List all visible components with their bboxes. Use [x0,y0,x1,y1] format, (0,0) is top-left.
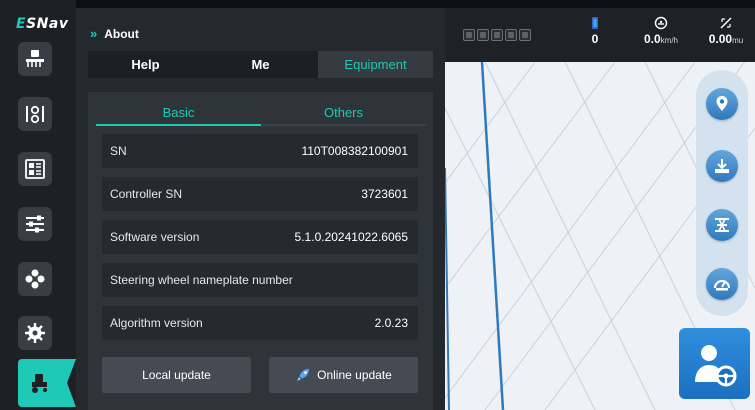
gauge-icon [713,279,731,291]
local-update-label: Local update [142,368,211,382]
subtab-basic[interactable]: Basic [96,100,261,126]
signal-cell-icon [505,29,517,41]
info-row-steering-nameplate: Steering wheel nameplate number [102,263,418,297]
rail-item-implement[interactable] [18,42,52,76]
left-rail: ESNav [0,0,76,410]
path-split-button[interactable] [706,209,738,241]
brand-logo: ESNav [16,16,69,32]
info-label: Algorithm version [110,316,203,330]
signal-cell-icon [519,29,531,41]
active-pointer-icon [67,359,76,407]
subtab-others[interactable]: Others [261,100,426,126]
info-label: SN [110,144,127,158]
info-row-algorithm-version: Algorithm version 2.0.23 [102,306,418,340]
local-update-button[interactable]: Local update [102,357,251,393]
info-label: Controller SN [110,187,183,201]
info-value: 3723601 [361,187,408,201]
sub-tabs: Basic Others [96,100,426,126]
info-row-controller-sn: Controller SN 3723601 [102,177,418,211]
rail-item-sensor[interactable] [18,97,52,131]
sensor-icon [26,105,44,124]
online-update-label: Online update [317,368,392,382]
implement-icon [26,50,44,67]
driver-steering-icon [694,344,736,386]
tab-equipment[interactable]: Equipment [318,51,433,78]
settings-gear-icon [25,323,45,343]
top-tabs: Help Me Equipment [88,51,433,78]
info-value: 110T008382100901 [301,144,408,158]
online-update-button[interactable]: Online update [269,357,418,393]
info-label: Software version [110,230,200,244]
info-row-sn: SN 110T008382100901 [102,134,418,168]
download-field-button[interactable] [706,150,738,182]
locate-button[interactable] [706,88,738,120]
equipment-card: Basic Others SN 110T008382100901 Control… [88,92,433,410]
location-pin-icon [716,96,728,111]
satellite-count: 0 [584,16,606,46]
rocket-icon [297,369,310,381]
panel-header: » About [90,26,139,41]
signal-cell-icon [491,29,503,41]
area-measure-icon [720,17,732,29]
about-panel: » About Help Me Equipment Basic Others S… [76,8,445,410]
rail-item-task-list[interactable] [18,152,52,186]
driver-mode-button[interactable] [679,328,750,399]
rail-item-sliders[interactable] [18,207,52,241]
rail-item-tractor-info[interactable] [18,359,76,407]
tab-help[interactable]: Help [88,51,203,78]
info-row-software-version: Software version 5.1.0.20241022.6065 [102,220,418,254]
area-readout: 0.00mu [702,16,750,46]
tab-me[interactable]: Me [203,51,318,78]
download-field-icon [715,159,729,173]
path-split-icon [715,218,729,232]
speedometer-icon [654,16,668,30]
panel-title: About [104,26,139,41]
signal-cell-icon [477,29,489,41]
info-value: 2.0.23 [374,316,408,330]
satellite-signal-icon [592,17,598,29]
rail-item-modules[interactable] [18,262,52,296]
tractor-info-icon [32,374,47,393]
info-label: Steering wheel nameplate number [110,273,293,287]
info-value: 5.1.0.20241022.6065 [294,230,408,244]
gnss-indicator [463,29,531,41]
double-chevron-icon[interactable]: » [90,26,97,41]
task-list-icon [25,159,45,179]
modules-icon [25,269,45,289]
gauge-button[interactable] [706,268,738,300]
speed-readout: 0.0km/h [636,16,686,46]
rail-item-settings[interactable] [18,316,52,350]
sliders-icon [26,215,44,233]
signal-cell-icon [463,29,475,41]
